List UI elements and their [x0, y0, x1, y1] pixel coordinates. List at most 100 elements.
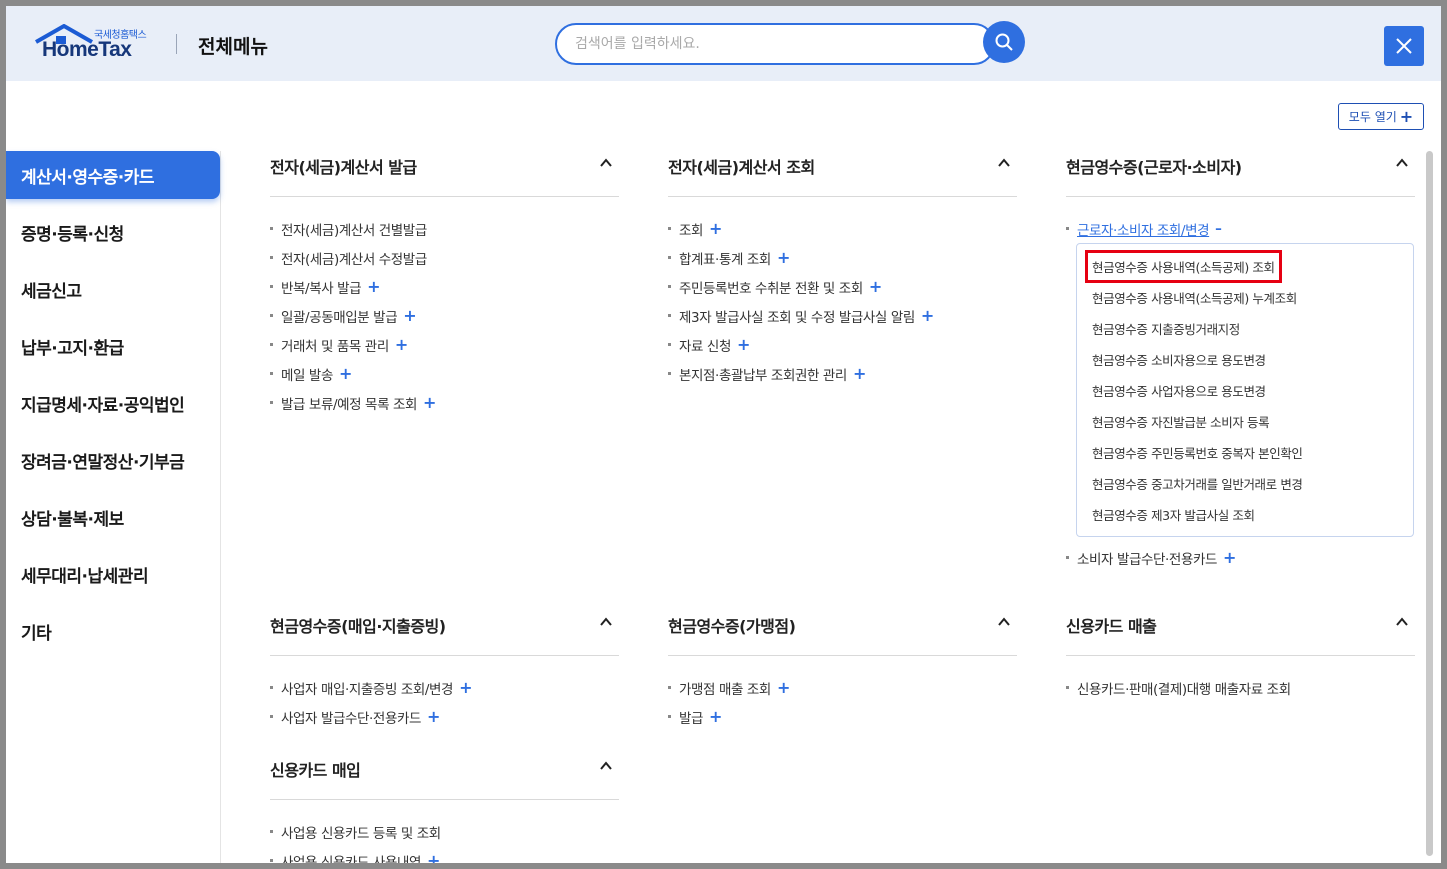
expand-plus-icon[interactable]: +: [427, 708, 440, 725]
submenu-item-label: 현금영수증 사용내역(소득공제) 조회: [1085, 250, 1282, 283]
sidebar-item-statements[interactable]: 지급명세·자료·공익법인: [6, 379, 220, 427]
bullet: [270, 859, 273, 862]
collapse-minus-icon[interactable]: –: [1215, 221, 1222, 237]
section-header[interactable]: 신용카드 매입: [270, 754, 619, 800]
menu-item[interactable]: 메일 발송 +: [270, 359, 619, 388]
submenu-item-highlighted[interactable]: 현금영수증 사용내역(소득공제) 조회: [1077, 250, 1413, 283]
sidebar-item-consulting[interactable]: 상담·불복·제보: [6, 493, 220, 541]
menu-item-label: 조회: [679, 222, 704, 239]
menu-item[interactable]: 조회 +: [668, 214, 1017, 243]
search-input[interactable]: [575, 25, 955, 63]
menu-item[interactable]: 사업용 신용카드 등록 및 조회: [270, 817, 619, 846]
scrollbar[interactable]: [1426, 151, 1433, 856]
menu-window: 국세청홈택스 HomeTax 전체메뉴 모두 열기 + 계산서·영수증·카드 증…: [6, 6, 1441, 863]
bullet: [270, 314, 273, 317]
expand-plus-icon[interactable]: +: [403, 307, 416, 324]
expand-plus-icon[interactable]: +: [459, 679, 472, 696]
section-header[interactable]: 현금영수증(매입·지출증빙): [270, 610, 619, 656]
submenu-item-label: 현금영수증 자진발급분 소비자 등록: [1092, 415, 1270, 430]
bullet: [668, 314, 671, 317]
expand-plus-icon[interactable]: +: [709, 708, 722, 725]
section-title: 전자(세금)계산서 조회: [668, 158, 815, 177]
submenu-item[interactable]: 현금영수증 사업자용으로 용도변경: [1077, 375, 1413, 406]
bullet: [1066, 227, 1069, 230]
menu-item-open[interactable]: 근로자·소비자 조회/변경 –: [1066, 214, 1415, 243]
menu-item-label: 근로자·소비자 조회/변경: [1077, 222, 1210, 239]
bullet: [1066, 686, 1069, 689]
open-all-label: 모두 열기: [1348, 110, 1397, 124]
menu-item[interactable]: 본지점·총괄납부 조회권한 관리 +: [668, 359, 1017, 388]
menu-item[interactable]: 반복/복사 발급 +: [270, 272, 619, 301]
menu-item[interactable]: 거래처 및 품목 관리 +: [270, 330, 619, 359]
expand-plus-icon[interactable]: +: [339, 365, 352, 382]
menu-item[interactable]: 전자(세금)계산서 건별발급: [270, 214, 619, 243]
submenu-item[interactable]: 현금영수증 자진발급분 소비자 등록: [1077, 406, 1413, 437]
expand-plus-icon[interactable]: +: [709, 220, 722, 237]
expand-plus-icon[interactable]: +: [737, 336, 750, 353]
menu-item[interactable]: 사업용 신용카드 사용내역 +: [270, 846, 619, 863]
expand-plus-icon[interactable]: +: [777, 679, 790, 696]
sidebar-item-payment[interactable]: 납부·고지·환급: [6, 322, 220, 370]
hometax-logo[interactable]: 국세청홈택스 HomeTax: [34, 24, 158, 64]
submenu-item[interactable]: 현금영수증 지출증빙거래지정: [1077, 313, 1413, 344]
section-header[interactable]: 현금영수증(근로자·소비자): [1066, 151, 1415, 197]
submenu-item[interactable]: 현금영수증 소비자용으로 용도변경: [1077, 344, 1413, 375]
bullet: [270, 227, 273, 230]
chevron-up-icon: [998, 617, 1010, 626]
expand-plus-icon[interactable]: +: [395, 336, 408, 353]
expand-plus-icon[interactable]: +: [921, 307, 934, 324]
menu-item-label: 반복/복사 발급: [281, 280, 362, 297]
menu-item[interactable]: 발급 보류/예정 목록 조회 +: [270, 388, 619, 417]
section-title: 신용카드 매입: [270, 761, 361, 780]
menu-item-label: 전자(세금)계산서 건별발급: [281, 222, 427, 239]
sidebar-item-tax-report[interactable]: 세금신고: [6, 265, 220, 313]
menu-item[interactable]: 제3자 발급사실 조회 및 수정 발급사실 알림 +: [668, 301, 1017, 330]
menu-item[interactable]: 전자(세금)계산서 수정발급: [270, 243, 619, 272]
close-button[interactable]: [1384, 26, 1424, 66]
expand-plus-icon[interactable]: +: [1223, 549, 1236, 566]
expand-plus-icon[interactable]: +: [427, 852, 440, 863]
submenu-item[interactable]: 현금영수증 중고차거래를 일반거래로 변경: [1077, 468, 1413, 499]
sidebar-item-certificates[interactable]: 증명·등록·신청: [6, 208, 220, 256]
expand-plus-icon[interactable]: +: [423, 394, 436, 411]
chevron-up-icon: [600, 158, 612, 167]
chevron-up-icon: [998, 158, 1010, 167]
menu-item[interactable]: 신용카드·판매(결제)대행 매출자료 조회: [1066, 673, 1415, 702]
sidebar-item-tax-agent[interactable]: 세무대리·납세관리: [6, 550, 220, 598]
menu-item[interactable]: 일괄/공동매입분 발급 +: [270, 301, 619, 330]
menu-item[interactable]: 사업자 매입·지출증빙 조회/변경 +: [270, 673, 619, 702]
section-header[interactable]: 신용카드 매출: [1066, 610, 1415, 656]
submenu-item[interactable]: 현금영수증 사용내역(소득공제) 누계조회: [1077, 282, 1413, 313]
menu-item[interactable]: 사업자 발급수단·전용카드 +: [270, 702, 619, 731]
expand-plus-icon[interactable]: +: [853, 365, 866, 382]
submenu-item[interactable]: 현금영수증 주민등록번호 중복자 본인확인: [1077, 437, 1413, 468]
menu-item[interactable]: 주민등록번호 수취분 전환 및 조회 +: [668, 272, 1017, 301]
expand-plus-icon[interactable]: +: [777, 249, 790, 266]
menu-item[interactable]: 합계표·통계 조회 +: [668, 243, 1017, 272]
submenu-item[interactable]: 현금영수증 제3자 발급사실 조회: [1077, 499, 1413, 530]
menu-item-label: 사업자 발급수단·전용카드: [281, 710, 422, 727]
submenu-item-label: 현금영수증 사용내역(소득공제) 누계조회: [1092, 291, 1297, 306]
sidebar-item-incentives[interactable]: 장려금·연말정산·기부금: [6, 436, 220, 484]
menu-item[interactable]: 소비자 발급수단·전용카드 +: [1066, 543, 1415, 572]
search-button[interactable]: [983, 21, 1025, 63]
menu-item[interactable]: 발급 +: [668, 702, 1017, 731]
sidebar-item-etc[interactable]: 기타: [6, 607, 220, 655]
sidebar-item-receipts-cards[interactable]: 계산서·영수증·카드: [6, 151, 220, 199]
bullet: [270, 256, 273, 259]
menu-item[interactable]: 가맹점 매출 조회 +: [668, 673, 1017, 702]
section-header[interactable]: 전자(세금)계산서 조회: [668, 151, 1017, 197]
menu-item-label: 자료 신청: [679, 338, 731, 355]
open-all-button[interactable]: 모두 열기 +: [1338, 103, 1424, 130]
search-box: [555, 23, 995, 65]
menu-item[interactable]: 자료 신청 +: [668, 330, 1017, 359]
chevron-up-icon: [600, 617, 612, 626]
menu-item-label: 메일 발송: [281, 367, 333, 384]
bullet: [270, 343, 273, 346]
expand-plus-icon[interactable]: +: [367, 278, 380, 295]
expand-plus-icon[interactable]: +: [869, 278, 882, 295]
section-title: 현금영수증(가맹점): [668, 617, 796, 636]
section-e-invoice-inquiry: 전자(세금)계산서 조회 조회 + 합계표·통계 조회 + 주민등록번호 수취분 전…: [668, 151, 1017, 388]
section-header[interactable]: 현금영수증(가맹점): [668, 610, 1017, 656]
section-header[interactable]: 전자(세금)계산서 발급: [270, 151, 619, 197]
